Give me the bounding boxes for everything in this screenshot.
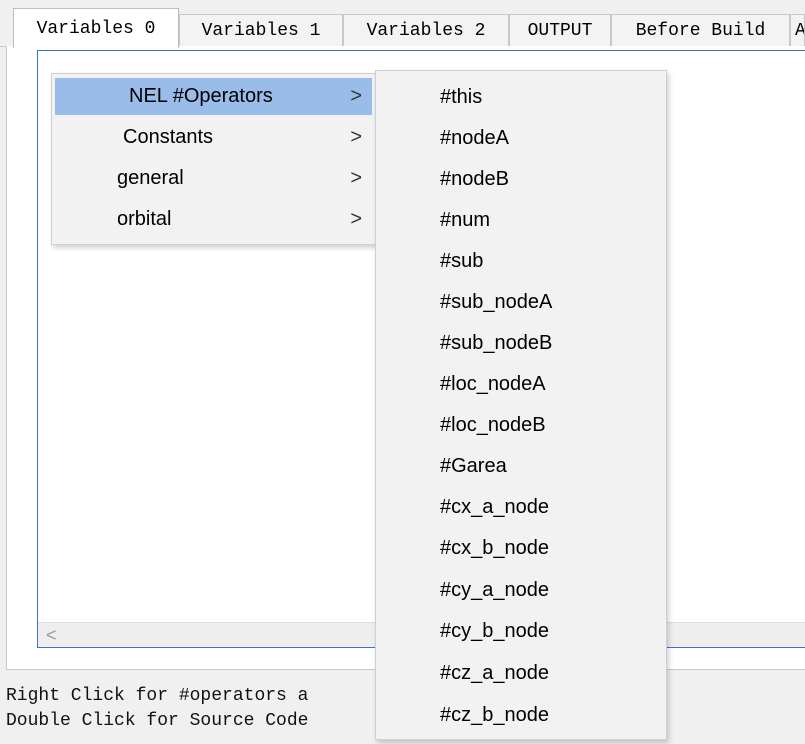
submenu-item-sub-nodeb[interactable]: #sub_nodeB <box>440 323 552 363</box>
menu-item-nel-operators[interactable]: NEL #Operators > <box>55 78 372 115</box>
submenu-item-cz-b-node[interactable]: #cz_b_node <box>440 695 549 735</box>
submenu-item-sub-nodea[interactable]: #sub_nodeA <box>440 282 552 322</box>
submenu-item-num[interactable]: #num <box>440 200 490 240</box>
menu-item-orbital[interactable]: orbital > <box>55 201 372 238</box>
submenu-item-loc-nodeb[interactable]: #loc_nodeB <box>440 405 546 445</box>
tab-variables-1[interactable]: Variables 1 <box>179 14 343 46</box>
menu-item-label: Constants <box>123 126 214 148</box>
tab-bar: Variables 0 Variables 1 Variables 2 OUTP… <box>0 0 805 48</box>
submenu-item-loc-nodea[interactable]: #loc_nodeA <box>440 364 546 404</box>
operators-submenu: #this #nodeA #nodeB #num #sub #sub_nodeA… <box>375 70 667 740</box>
tab-before-build[interactable]: Before Build <box>611 14 790 46</box>
context-menu: NEL #Operators > Constants > general > o… <box>51 73 376 245</box>
submenu-item-cy-b-node[interactable]: #cy_b_node <box>440 611 549 651</box>
chevron-right-icon: > <box>350 126 362 148</box>
submenu-item-sub[interactable]: #sub <box>440 241 483 281</box>
status-line-2: Double Click for Source Code <box>6 711 309 731</box>
submenu-item-nodea[interactable]: #nodeA <box>440 118 509 158</box>
tab-variables-2[interactable]: Variables 2 <box>343 14 509 46</box>
menu-item-general[interactable]: general > <box>55 160 372 197</box>
submenu-item-cx-b-node[interactable]: #cx_b_node <box>440 528 549 568</box>
tab-variables-0[interactable]: Variables 0 <box>13 8 179 48</box>
submenu-item-garea[interactable]: #Garea <box>440 446 507 486</box>
submenu-item-cy-a-node[interactable]: #cy_a_node <box>440 570 549 610</box>
menu-item-constants[interactable]: Constants > <box>55 119 372 156</box>
submenu-item-cz-a-node[interactable]: #cz_a_node <box>440 653 549 693</box>
menu-item-label: orbital <box>117 208 172 230</box>
submenu-item-nodeb[interactable]: #nodeB <box>440 159 509 199</box>
submenu-item-cx-a-node[interactable]: #cx_a_node <box>440 487 549 527</box>
menu-item-label: NEL #Operators <box>129 85 273 107</box>
menu-item-label: general <box>117 167 184 189</box>
chevron-right-icon: > <box>350 208 362 230</box>
status-line-1: Right Click for #operators a <box>6 686 309 706</box>
tab-output[interactable]: OUTPUT <box>509 14 611 46</box>
tab-truncated[interactable]: A <box>790 14 805 46</box>
submenu-item-this[interactable]: #this <box>440 77 482 117</box>
chevron-right-icon: > <box>350 167 362 189</box>
chevron-right-icon: > <box>350 85 362 107</box>
scroll-left-icon[interactable]: < <box>46 623 57 647</box>
